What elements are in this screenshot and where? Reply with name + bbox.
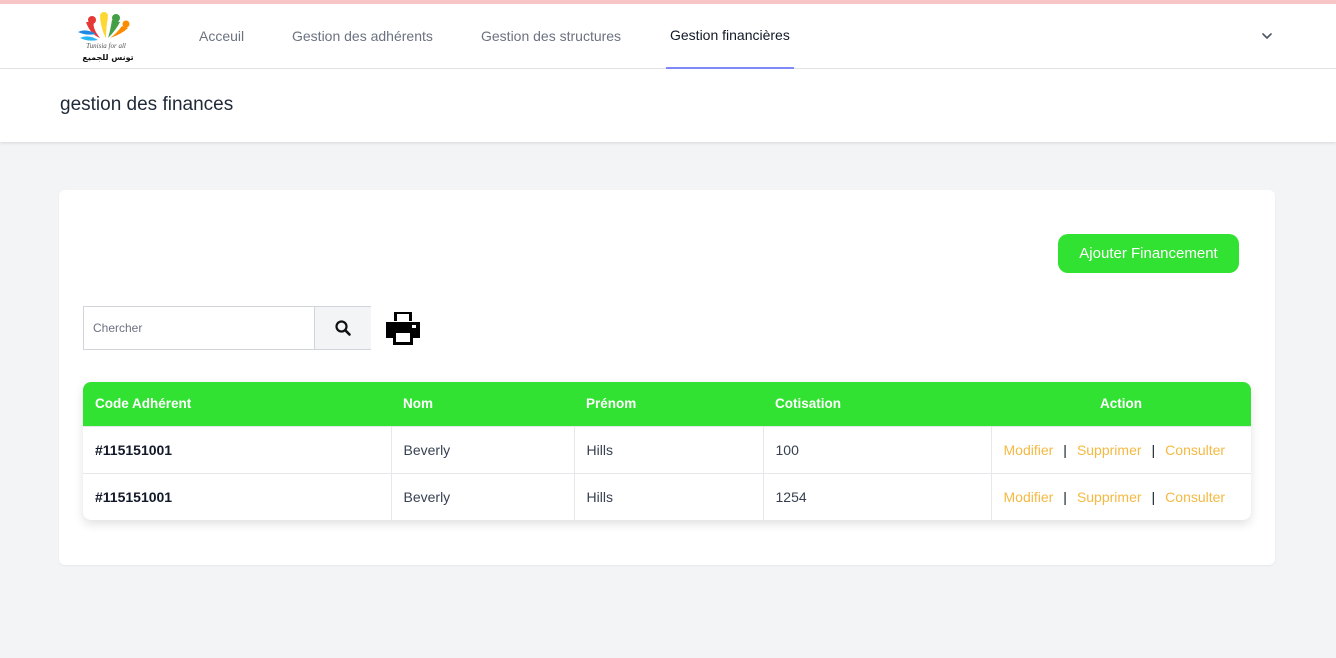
column-header-action: Action bbox=[1100, 396, 1142, 412]
search-button[interactable] bbox=[314, 307, 371, 349]
chevron-down-icon[interactable] bbox=[1259, 28, 1275, 44]
search-input[interactable] bbox=[85, 308, 313, 348]
logo-graphic: Tunisia for all تونس للجميع bbox=[78, 12, 134, 63]
cell-cotisation: 100 bbox=[763, 426, 992, 473]
svg-text:تونس للجميع: تونس للجميع bbox=[82, 53, 133, 63]
logo[interactable]: Tunisia for all تونس للجميع bbox=[76, 10, 136, 64]
page-header: gestion des finances bbox=[0, 69, 1336, 142]
add-financement-button[interactable]: Ajouter Financement bbox=[1058, 234, 1239, 273]
cell-prenom: Hills bbox=[574, 426, 764, 473]
modifier-link[interactable]: Modifier bbox=[1004, 442, 1054, 458]
cell-actions: Modifier | Supprimer | Consulter bbox=[991, 473, 1251, 520]
consulter-link[interactable]: Consulter bbox=[1165, 442, 1225, 458]
cell-nom: Beverly bbox=[391, 473, 575, 520]
column-header-nom: Nom bbox=[403, 396, 433, 412]
cell-nom: Beverly bbox=[391, 426, 575, 473]
cell-code: #115151001 bbox=[83, 426, 392, 473]
nav-item-gestion-financieres[interactable]: Gestion financières bbox=[666, 4, 794, 69]
table-row: #115151001 Beverly Hills 1254 Modifier | S… bbox=[83, 473, 1251, 520]
supprimer-link[interactable]: Supprimer bbox=[1077, 489, 1142, 505]
navbar: Tunisia for all تونس للجميع Acceuil Gest… bbox=[0, 4, 1336, 69]
nav-item-gestion-structures[interactable]: Gestion des structures bbox=[481, 4, 621, 69]
modifier-link[interactable]: Modifier bbox=[1004, 489, 1054, 505]
cell-cotisation: 1254 bbox=[763, 473, 992, 520]
column-header-code: Code Adhérent bbox=[95, 396, 192, 412]
cell-prenom: Hills bbox=[574, 473, 764, 520]
action-separator: | bbox=[1063, 488, 1067, 505]
nav-item-acceuil[interactable]: Acceuil bbox=[199, 4, 244, 69]
consulter-link[interactable]: Consulter bbox=[1165, 489, 1225, 505]
cell-actions: Modifier | Supprimer | Consulter bbox=[991, 426, 1251, 473]
table-row: #115151001 Beverly Hills 100 Modifier | Su… bbox=[83, 426, 1251, 473]
action-separator: | bbox=[1151, 488, 1156, 505]
finances-card: Ajouter Financement Code Adhé bbox=[59, 190, 1275, 565]
svg-text:Tunisia for all: Tunisia for all bbox=[86, 42, 126, 50]
search-group bbox=[83, 306, 371, 350]
column-header-prenom: Prénom bbox=[586, 396, 637, 412]
table-header-row: Code Adhérent Nom Prénom Cotisation Acti… bbox=[83, 382, 1251, 426]
finances-table: Code Adhérent Nom Prénom Cotisation Acti… bbox=[83, 382, 1251, 520]
column-header-cotisation: Cotisation bbox=[775, 396, 841, 412]
cell-code: #115151001 bbox=[83, 473, 392, 520]
search-icon bbox=[335, 320, 351, 336]
print-button[interactable] bbox=[386, 310, 420, 346]
supprimer-link[interactable]: Supprimer bbox=[1077, 442, 1142, 458]
nav-item-gestion-adherents[interactable]: Gestion des adhérents bbox=[292, 4, 433, 69]
action-separator: | bbox=[1063, 441, 1067, 458]
action-separator: | bbox=[1151, 441, 1156, 458]
printer-icon bbox=[386, 312, 420, 345]
page-title: gestion des finances bbox=[60, 94, 234, 115]
